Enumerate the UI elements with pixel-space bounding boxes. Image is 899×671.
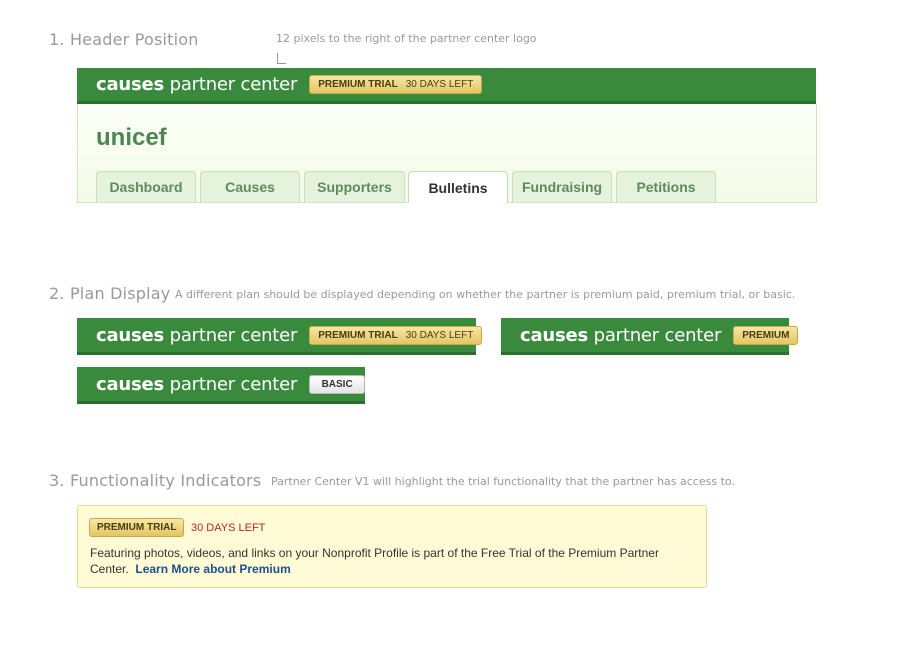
partner-center-header: causes partner center PREMIUM TRIAL 30 D… — [77, 68, 816, 104]
causes-logo[interactable]: causes partner center — [96, 74, 297, 95]
section-1-title: 1. Header Position — [49, 30, 199, 49]
plan-header-trial: causes partner center PREMIUM TRIAL 30 D… — [77, 318, 483, 355]
tab-supporters[interactable]: Supporters — [304, 171, 405, 202]
tab-petitions[interactable]: Petitions — [616, 171, 716, 202]
premium-trial-badge[interactable]: PREMIUM TRIAL 30 DAYS LEFT — [309, 325, 483, 345]
plan-header-premium: causes partner center PREMIUM — [501, 318, 799, 355]
tab-fundraising[interactable]: Fundraising — [512, 171, 612, 202]
days-left-label: 30 DAYS LEFT — [191, 522, 266, 534]
premium-trial-badge[interactable]: PREMIUM TRIAL — [89, 518, 185, 537]
section-2-note: A different plan should be displayed dep… — [175, 288, 796, 301]
causes-logo[interactable]: causes partner center — [96, 325, 297, 346]
position-indicator-bracket — [277, 53, 286, 64]
section-3-note: Partner Center V1 will highlight the tri… — [271, 475, 735, 488]
tab-bulletins[interactable]: Bulletins — [408, 171, 508, 203]
section-3-title: 3. Functionality Indicators — [49, 471, 262, 490]
basic-badge[interactable]: BASIC — [309, 374, 365, 394]
section-1-note: 12 pixels to the right of the partner ce… — [276, 32, 537, 45]
tab-dashboard[interactable]: Dashboard — [96, 171, 196, 202]
section-2-title: 2. Plan Display — [49, 284, 171, 303]
causes-logo[interactable]: causes partner center — [520, 325, 721, 346]
trial-functionality-notice: PREMIUM TRIAL 30 DAYS LEFT Featuring pho… — [77, 505, 707, 588]
plan-header-basic: causes partner center BASIC — [77, 367, 365, 404]
premium-badge[interactable]: PREMIUM — [733, 325, 799, 345]
learn-more-link[interactable]: Learn More about Premium — [135, 562, 290, 576]
tab-causes[interactable]: Causes — [200, 171, 300, 202]
notice-body: Featuring photos, videos, and links on y… — [90, 545, 690, 577]
causes-logo[interactable]: causes partner center — [96, 374, 297, 395]
premium-trial-badge[interactable]: PREMIUM TRIAL 30 DAYS LEFT — [309, 75, 483, 94]
org-name: unicef — [96, 124, 167, 151]
